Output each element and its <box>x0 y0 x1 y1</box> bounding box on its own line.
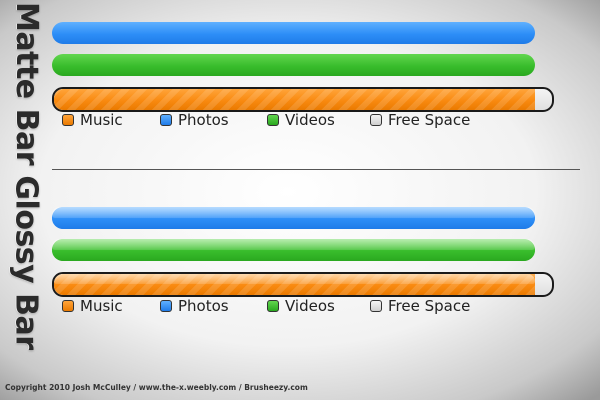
videos-swatch <box>267 300 279 312</box>
videos-swatch <box>267 114 279 126</box>
legend-item-photos: Photos <box>160 297 229 315</box>
legend-item-free-space: Free Space <box>370 297 470 315</box>
legend-label-music: Music <box>80 111 123 129</box>
storage-bar-glossy <box>52 272 554 297</box>
music-swatch <box>62 300 74 312</box>
legend-label-videos: Videos <box>285 297 335 315</box>
legend-item-music: Music <box>62 297 123 315</box>
copyright-footer: Copyright 2010 Josh McCulley / www.the-x… <box>5 383 308 392</box>
legend-item-photos: Photos <box>160 111 229 129</box>
music-fill-glossy <box>54 274 535 295</box>
photos-bar-glossy <box>52 207 535 229</box>
storage-bar-matte <box>52 87 554 112</box>
videos-bar-glossy <box>52 239 535 261</box>
free-space-swatch <box>370 114 382 126</box>
videos-bar-matte <box>52 54 535 76</box>
legend-label-photos: Photos <box>178 111 229 129</box>
music-fill-matte <box>54 89 535 110</box>
legend-label-free-space: Free Space <box>388 297 471 315</box>
legend-label-videos: Videos <box>285 111 335 129</box>
photos-bar-matte <box>52 22 535 44</box>
legend-label-music: Music <box>80 297 123 315</box>
music-swatch <box>62 114 74 126</box>
legend-item-videos: Videos <box>267 111 335 129</box>
legend-label-free-space: Free Space <box>388 111 471 129</box>
photos-fill-glossy <box>52 207 535 229</box>
photos-swatch <box>160 300 172 312</box>
legend-item-videos: Videos <box>267 297 335 315</box>
legend-item-free-space: Free Space <box>370 111 470 129</box>
videos-fill-glossy <box>52 239 535 261</box>
legend-label-photos: Photos <box>178 297 229 315</box>
section-divider <box>52 169 580 170</box>
free-space-swatch <box>370 300 382 312</box>
photos-swatch <box>160 114 172 126</box>
legend-item-music: Music <box>62 111 123 129</box>
